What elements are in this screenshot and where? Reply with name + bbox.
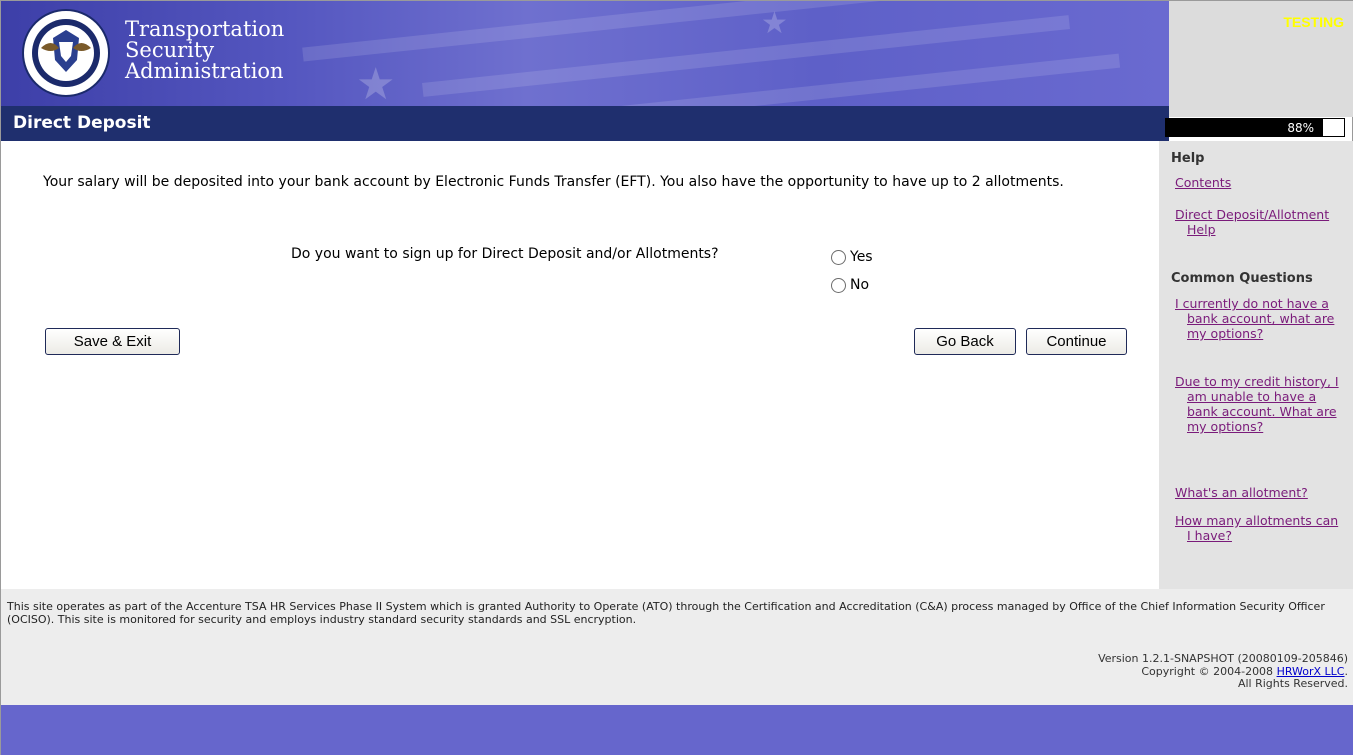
page: ★ ★ Transportation Security Administrati… (0, 0, 1353, 755)
rights-reserved: All Rights Reserved. (1237, 677, 1348, 690)
company-link[interactable]: HRWorX LLC (1277, 665, 1345, 678)
radio-no[interactable] (831, 277, 846, 293)
bottom-bar (1, 705, 1353, 755)
direct-deposit-question: Do you want to sign up for Direct Deposi… (291, 246, 719, 262)
site-header: ★ ★ Transportation Security Administrati… (1, 1, 1169, 106)
star-icon: ★ (761, 6, 788, 41)
main-content: Your salary will be deposited into your … (1, 141, 1159, 589)
radio-yes-option[interactable]: Yes (831, 249, 873, 265)
flag-stripe-decoration (521, 53, 1121, 106)
copyright-suffix: . (1344, 664, 1349, 678)
intro-text: Your salary will be deposited into your … (43, 174, 1064, 190)
direct-deposit-help-link[interactable]: Direct Deposit/Allotment Help (1175, 207, 1343, 237)
progress-percentage: 88% (1287, 121, 1314, 135)
environment-badge: TESTING (1283, 14, 1344, 30)
save-exit-button[interactable]: Save & Exit (45, 328, 180, 355)
question-link-no-bank-account[interactable]: I currently do not have a bank account, … (1175, 296, 1343, 341)
page-title: Direct Deposit (13, 113, 151, 133)
question-link-how-many-allotments[interactable]: How many allotments can I have? (1175, 513, 1343, 543)
radio-yes-label: Yes (850, 249, 873, 265)
flag-stripe-decoration (302, 1, 1000, 62)
progress-bar: 88% (1165, 118, 1345, 137)
copyright-prefix: Copyright © 2004-2008 (1141, 664, 1277, 678)
star-icon: ★ (356, 59, 396, 107)
continue-button[interactable]: Continue (1026, 328, 1127, 355)
agency-name-line: Transportation (125, 17, 285, 41)
help-contents-link[interactable]: Contents (1175, 175, 1343, 190)
version-info: Version 1.2.1-SNAPSHOT (20080109-205846)… (1098, 652, 1349, 691)
radio-no-label: No (850, 277, 870, 293)
question-link-credit-history[interactable]: Due to my credit history, I am unable to… (1175, 374, 1343, 434)
title-bar: Direct Deposit (1, 106, 1169, 141)
common-questions-heading: Common Questions (1171, 271, 1313, 286)
agency-name: Transportation Security Administration (125, 19, 284, 82)
agency-name-line: Security (125, 38, 215, 62)
go-back-button[interactable]: Go Back (914, 328, 1016, 355)
site-footer: This site operates as part of the Accent… (1, 589, 1353, 705)
radio-no-option[interactable]: No (831, 277, 869, 293)
question-link-what-is-allotment[interactable]: What's an allotment? (1175, 485, 1343, 500)
radio-yes[interactable] (831, 249, 846, 265)
security-disclaimer: This site operates as part of the Accent… (7, 600, 1325, 626)
agency-name-line: Administration (125, 59, 284, 83)
environment-panel: TESTING (1169, 1, 1353, 117)
dhs-seal-logo (22, 9, 110, 97)
help-heading: Help (1171, 151, 1205, 166)
help-sidebar: Help Contents Direct Deposit/Allotment H… (1159, 141, 1353, 589)
